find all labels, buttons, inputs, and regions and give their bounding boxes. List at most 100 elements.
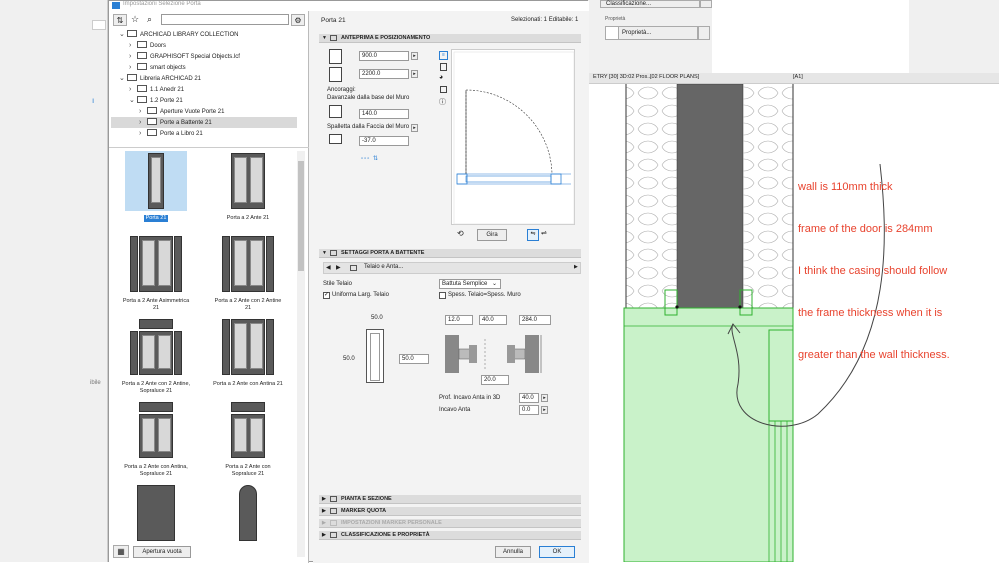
app-icon [112, 2, 120, 9]
section-plan-section[interactable]: ▶ PIANTA E SEZIONE [319, 495, 581, 504]
chevron-right-icon[interactable]: › [139, 106, 147, 117]
properties-button[interactable]: Proprietà... [618, 26, 698, 40]
recess-3d-label: Prof. Incavo Anta in 3D [439, 395, 501, 401]
tree-item[interactable]: ⌄ Libreria ARCHICAD 21 [111, 73, 297, 84]
door-thumbnail[interactable]: Porta a 2 Ante con 2 Antine, Sopraluce 2… [121, 317, 191, 397]
thickness-checkbox[interactable] [439, 292, 446, 299]
flip-icon[interactable]: ⟲ [457, 229, 464, 238]
chevron-right-icon[interactable]: › [129, 84, 137, 95]
section-preview-positioning[interactable]: ▼ ANTEPRIMA E POSIZIONAMENTO [319, 34, 581, 43]
width-link-button[interactable]: ▸ [411, 52, 418, 60]
chevron-right-icon[interactable]: › [129, 51, 137, 62]
recess-input[interactable]: 0.0 [519, 405, 539, 415]
height-link-button[interactable]: ▸ [411, 70, 418, 78]
sill-input[interactable]: 140.0 [359, 109, 409, 119]
library-tree: ⌄ ARCHICAD LIBRARY COLLECTION › Doors › GRAPH… [111, 29, 297, 145]
frame-right-input[interactable]: 50.0 [399, 354, 429, 364]
door-thumbnail[interactable] [121, 483, 191, 551]
chevron-right-icon[interactable]: › [139, 117, 147, 128]
view-2d-icon[interactable]: ≡ [439, 51, 448, 60]
mirror-icon[interactable]: ⇋ [527, 229, 539, 241]
tree-item[interactable]: › Doors [111, 40, 297, 51]
prev-page-icon[interactable]: ◀ [326, 264, 331, 271]
recess-link-button[interactable]: ▸ [541, 406, 548, 414]
uniform-width-checkbox[interactable]: ✓ [323, 292, 330, 299]
door-thumbnail[interactable]: Porta a 2 Ante con Antina, Sopraluce 21 [121, 400, 191, 480]
scrollbar-thumb[interactable] [298, 161, 304, 271]
tree-item[interactable]: › Aperture Vuote Porte 21 [111, 106, 297, 117]
dimension-input-2[interactable]: 40.0 [479, 315, 507, 325]
search-input[interactable] [161, 14, 289, 25]
empty-opening-button[interactable]: Apertura vuota [133, 546, 191, 558]
dimension-input-1[interactable]: 12.0 [445, 315, 473, 325]
ok-button[interactable]: OK [539, 546, 575, 558]
recess-3d-input[interactable]: 40.0 [519, 393, 539, 403]
view-3d-icon[interactable]: ◕ [439, 74, 443, 81]
page-dropdown-icon[interactable]: ▶ [574, 264, 578, 270]
settings-gear-icon[interactable]: ⚙ [291, 14, 305, 26]
door-thumbnail[interactable]: Porta a 2 Ante con 2 Antine 21 [213, 234, 283, 314]
reveal-input[interactable]: -37.0 [359, 136, 409, 146]
search-icon[interactable]: ⌕ [147, 14, 152, 25]
chevron-right-icon[interactable]: › [139, 128, 147, 139]
door-thumbnail[interactable]: Porta a 2 Ante 21 [213, 151, 283, 231]
tree-item[interactable]: ⌄ ARCHICAD LIBRARY COLLECTION [111, 29, 297, 40]
library-view-button[interactable]: ⇅ [113, 14, 127, 26]
height-input[interactable]: 2200.0 [359, 69, 409, 79]
folder-icon [137, 52, 147, 59]
width-icon [329, 49, 342, 64]
anchor-point-icons[interactable]: ▫▫▫ ⇅ [361, 155, 379, 162]
tree-item[interactable]: › 1.1 Anedr 21 [111, 84, 297, 95]
library-manager-icon[interactable]: ▦ [113, 545, 129, 558]
door-preview-image [125, 317, 187, 377]
page-icon [350, 265, 357, 271]
dimension-input-4[interactable]: 20.0 [481, 375, 509, 385]
rotate-button[interactable]: Gira [477, 229, 507, 241]
background-sidebar: ı ibile [0, 0, 108, 562]
view-elevation-icon[interactable] [440, 63, 447, 71]
tree-item[interactable]: ⌄ 1.2 Porte 21 [111, 95, 297, 106]
door-thumbnail[interactable]: Porta 21 [121, 151, 191, 231]
door-thumbnail[interactable]: Porta a 2 Ante Asimmetrica 21 [121, 234, 191, 314]
chevron-down-icon[interactable]: ⌄ [119, 73, 127, 84]
divider [109, 147, 309, 148]
tree-item[interactable]: › GRAPHISOFT Special Objects.lcf [111, 51, 297, 62]
tree-item[interactable]: › Porte a Battente 21 [111, 117, 297, 128]
reveal-option-button[interactable]: ▸ [411, 124, 418, 132]
door-thumbnail[interactable]: Porta a 2 Ante con Sopraluce 21 [213, 400, 283, 480]
properties-arrow[interactable] [698, 26, 710, 40]
chevron-right-icon[interactable]: › [129, 40, 137, 51]
thumbnail-caption: Porta a 2 Ante con Antina, Sopraluce 21 [124, 464, 188, 477]
tree-item[interactable]: › smart objects [111, 62, 297, 73]
classification-arrow[interactable] [700, 0, 712, 8]
recess-3d-link-button[interactable]: ▸ [541, 394, 548, 402]
settings-pane: Porta 21 Selezionati: 1 Editabile: 1 ▼ AN… [313, 11, 589, 563]
view-section-icon[interactable] [440, 86, 447, 93]
chevron-down-icon[interactable]: ⌄ [119, 29, 127, 40]
favorites-star-icon[interactable]: ☆ [131, 14, 139, 25]
page-selector[interactable]: ◀ ▶ Telaio e Anta... ▶ [323, 262, 581, 274]
section-classification[interactable]: ▶ CLASSIFICAZIONE E PROPRIETÀ [319, 531, 581, 540]
section-door-settings[interactable]: ▼ SETTAGGI PORTA A BATTENTE [319, 249, 581, 258]
door-preview-image [217, 317, 279, 377]
info-icon[interactable]: ⓘ [439, 97, 446, 107]
door-thumbnail[interactable]: Porta a 2 Ante con Antina 21 [213, 317, 283, 397]
chevron-down-icon[interactable]: ⌄ [129, 95, 137, 106]
frame-style-label: Stile Telaio [323, 281, 352, 287]
collapse-arrow-icon: ▼ [322, 35, 327, 41]
cancel-button[interactable]: Annulla [495, 546, 531, 558]
classification-button[interactable]: Classificazione... [600, 0, 700, 8]
door-thumbnail[interactable] [213, 483, 283, 551]
width-input[interactable]: 900.0 [359, 51, 409, 61]
section-dimension-marker[interactable]: ▶ MARKER QUOTA [319, 507, 581, 516]
view-tab-3d[interactable]: ETRY [30] 3D:02 Pros... [593, 74, 652, 80]
mirror-alt-icon[interactable]: ⇌ [541, 229, 547, 237]
folder-icon [127, 30, 137, 37]
view-tab-a1[interactable]: [A1] [793, 74, 803, 80]
view-tab-floor-plans[interactable]: [02 FLOOR PLANS] [650, 74, 699, 80]
tree-item[interactable]: › Porte a Libro 21 [111, 128, 297, 139]
chevron-right-icon[interactable]: › [129, 62, 137, 73]
next-page-icon[interactable]: ▶ [336, 264, 341, 271]
dimension-input-3[interactable]: 284.0 [519, 315, 551, 325]
frame-style-select[interactable]: Battuta Semplice ⌄ [439, 279, 501, 289]
